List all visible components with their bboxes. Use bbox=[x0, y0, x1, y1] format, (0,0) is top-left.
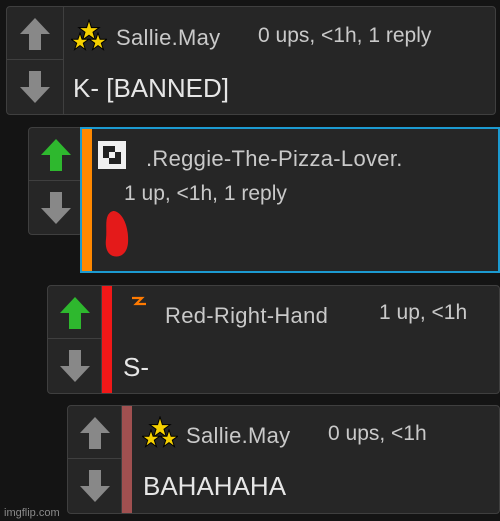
upvote-button[interactable] bbox=[48, 286, 101, 340]
vote-column bbox=[7, 7, 64, 114]
comment-meta: 1 up, <1h, 1 reply bbox=[124, 182, 287, 205]
comment-meta: 0 ups, <1h bbox=[328, 422, 427, 445]
vote-column bbox=[29, 128, 82, 234]
watermark: imgflip.com bbox=[4, 507, 60, 519]
vote-column bbox=[48, 286, 102, 393]
scribble-mark bbox=[102, 209, 132, 264]
comment-author[interactable]: Sallie.May bbox=[116, 25, 220, 51]
comment-author[interactable]: Sallie.May bbox=[186, 423, 290, 449]
lightning-icon bbox=[130, 294, 152, 317]
arrow-up-icon bbox=[59, 297, 90, 329]
comment: Sallie.May 0 ups, <1h BAHAHAHA bbox=[67, 405, 500, 514]
comment-text: K- [BANNED] bbox=[73, 73, 230, 103]
comment-text: S- bbox=[123, 352, 149, 382]
upvote-button[interactable] bbox=[29, 128, 82, 181]
highlighted-comment: .Reggie-The-Pizza-Lover. 1 up, <1h, 1 re… bbox=[80, 127, 500, 273]
arrow-up-icon bbox=[20, 18, 50, 50]
square-logo-icon bbox=[98, 141, 126, 174]
upvote-button[interactable] bbox=[7, 7, 63, 61]
comment-text: BAHAHAHA bbox=[143, 471, 287, 501]
depth-bar bbox=[122, 406, 132, 513]
arrow-down-icon bbox=[59, 350, 90, 382]
upvote-button[interactable] bbox=[68, 406, 121, 460]
downvote-button[interactable] bbox=[48, 338, 101, 393]
arrow-down-icon bbox=[79, 470, 110, 502]
three-stars-icon bbox=[69, 18, 109, 58]
vote-column bbox=[68, 406, 122, 513]
comment-meta: 1 up, <1h bbox=[379, 301, 468, 324]
downvote-button[interactable] bbox=[29, 180, 82, 234]
comment-vote-box bbox=[28, 127, 83, 235]
arrow-up-icon bbox=[79, 417, 110, 449]
comment-author[interactable]: Red-Right-Hand bbox=[165, 303, 328, 329]
comment: Red-Right-Hand 1 up, <1h S- bbox=[47, 285, 500, 394]
comment-meta: 0 ups, <1h, 1 reply bbox=[258, 24, 432, 47]
depth-bar bbox=[102, 286, 112, 393]
arrow-down-icon bbox=[40, 191, 71, 224]
depth-bar bbox=[82, 129, 92, 271]
arrow-up-icon bbox=[40, 138, 71, 171]
downvote-button[interactable] bbox=[68, 458, 121, 513]
downvote-button[interactable] bbox=[7, 59, 63, 114]
arrow-down-icon bbox=[20, 71, 50, 103]
three-stars-icon bbox=[140, 415, 180, 455]
comment: Sallie.May 0 ups, <1h, 1 reply K- [BANNE… bbox=[6, 6, 496, 115]
comment-author[interactable]: .Reggie-The-Pizza-Lover. bbox=[146, 146, 403, 172]
